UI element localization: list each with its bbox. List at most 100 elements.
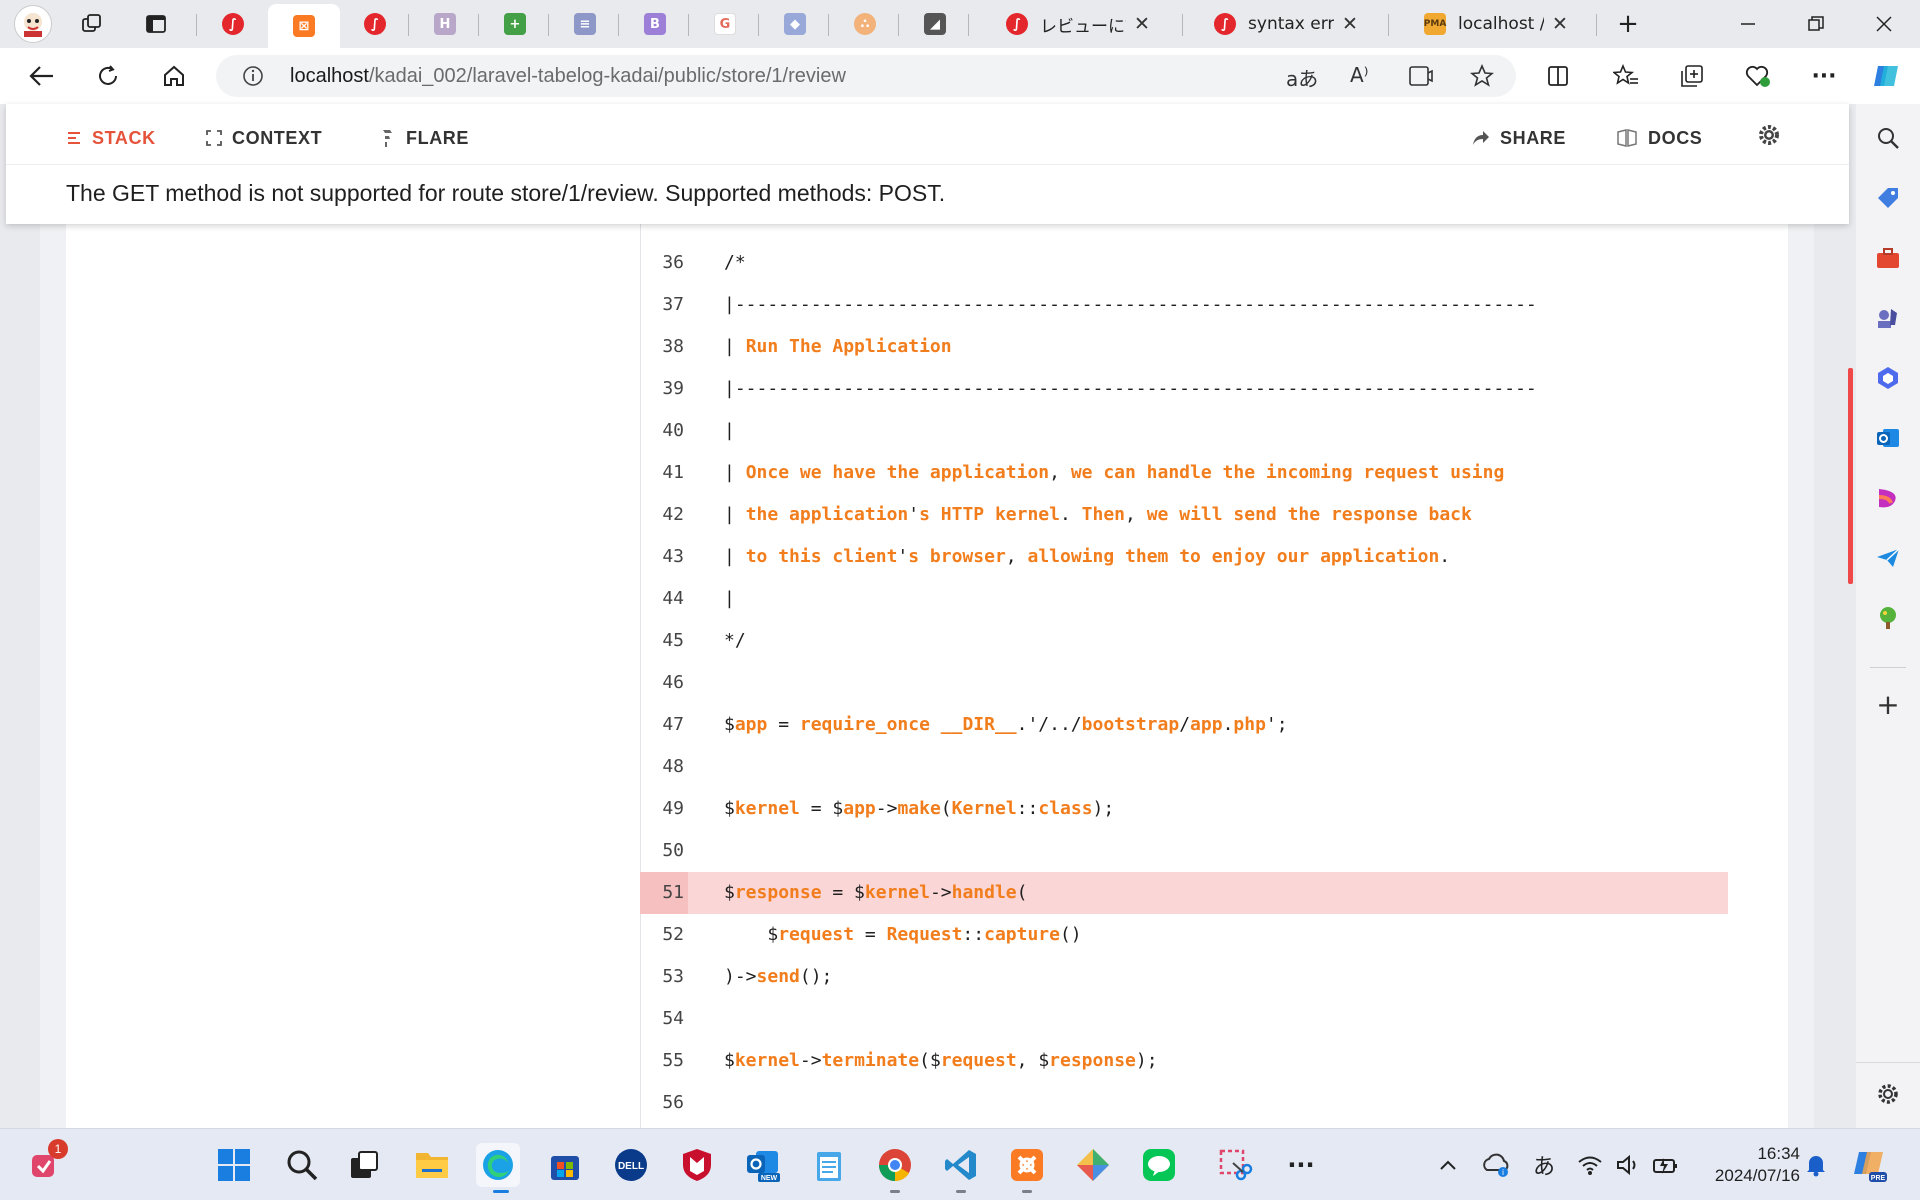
search-button[interactable]: [280, 1143, 324, 1187]
site-info-icon[interactable]: [242, 65, 264, 87]
line-number[interactable]: 48: [640, 746, 688, 788]
line-number[interactable]: 38: [640, 326, 688, 368]
tab-xampp-active[interactable]: ⊠: [268, 4, 340, 48]
copilot-button[interactable]: [1868, 58, 1904, 94]
tab-photo[interactable]: ◢: [910, 6, 960, 42]
nav-context[interactable]: CONTEXT: [206, 124, 322, 152]
line-number[interactable]: 53: [640, 956, 688, 998]
line-number[interactable]: 45: [640, 620, 688, 662]
sidebar-designer[interactable]: [1872, 482, 1904, 514]
copilot-taskbar-button[interactable]: PRE: [1848, 1143, 1892, 1187]
line-number[interactable]: 50: [640, 830, 688, 872]
close-tab-icon[interactable]: ✕: [1134, 13, 1150, 35]
translate-icon[interactable]: aあ: [1286, 63, 1318, 92]
line-number[interactable]: 56: [640, 1082, 688, 1124]
line-number[interactable]: 36: [640, 242, 688, 284]
nav-stack[interactable]: STACK: [66, 124, 156, 152]
sidebar-add-button[interactable]: +: [1872, 688, 1904, 721]
tab-syntax-error[interactable]: ∫ syntax error, u ✕: [1192, 6, 1380, 42]
line-number[interactable]: 43: [640, 536, 688, 578]
file-explorer-button[interactable]: [410, 1143, 454, 1187]
page-scroll-indicator[interactable]: [1848, 368, 1853, 584]
vscode-button[interactable]: [939, 1143, 983, 1187]
line-number[interactable]: 37: [640, 284, 688, 326]
start-button[interactable]: [212, 1143, 256, 1187]
tab-review[interactable]: ∫ レビューに評価機 ✕: [980, 6, 1176, 42]
line-number[interactable]: 47: [640, 704, 688, 746]
read-aloud-icon[interactable]: A⁾: [1350, 63, 1369, 87]
tab-laravel-1[interactable]: ∫: [208, 6, 258, 42]
sidebar-games[interactable]: [1872, 302, 1904, 334]
tab-actions-button[interactable]: [138, 6, 174, 42]
line-number[interactable]: 52: [640, 914, 688, 956]
tab-phpmyadmin[interactable]: PMA localhost / 12 ✕: [1398, 6, 1594, 42]
settings-more-button[interactable]: ···: [1806, 58, 1842, 94]
microsoft-store-button[interactable]: [543, 1143, 587, 1187]
sidebar-microsoft365[interactable]: [1872, 362, 1904, 394]
tab-h[interactable]: H: [420, 6, 470, 42]
sidebar-settings[interactable]: [1872, 1078, 1904, 1110]
split-screen-button[interactable]: [1540, 58, 1576, 94]
onedrive-status[interactable]: i: [1476, 1143, 1516, 1187]
sidebar-search[interactable]: [1872, 122, 1904, 154]
taskbar-overflow-button[interactable]: ···: [1279, 1143, 1323, 1187]
line-number[interactable]: 41: [640, 452, 688, 494]
sidebar-tree[interactable]: [1872, 602, 1904, 634]
nav-flare[interactable]: FLARE: [380, 124, 469, 152]
line-number[interactable]: 39: [640, 368, 688, 410]
immersive-reader-icon[interactable]: [1408, 64, 1434, 88]
wifi-status[interactable]: [1572, 1143, 1608, 1187]
close-tab-icon[interactable]: ✕: [1342, 13, 1358, 35]
line-number[interactable]: 44: [640, 578, 688, 620]
line-number[interactable]: 49: [640, 788, 688, 830]
favorites-button[interactable]: [1608, 58, 1644, 94]
notifications-button[interactable]: [1798, 1143, 1834, 1187]
tab-bootstrap[interactable]: B: [630, 6, 680, 42]
battery-status[interactable]: [1648, 1143, 1684, 1187]
close-window-button[interactable]: [1864, 8, 1904, 40]
browser-essentials-button[interactable]: [1740, 58, 1776, 94]
sidebar-outlook[interactable]: [1872, 422, 1904, 454]
tab-plus[interactable]: +: [490, 6, 540, 42]
tab-puzzle[interactable]: ◆: [770, 6, 820, 42]
collections-button[interactable]: [1674, 58, 1710, 94]
tab-laravel-2[interactable]: ∫: [350, 6, 400, 42]
line-button[interactable]: [1137, 1143, 1181, 1187]
line-number[interactable]: 54: [640, 998, 688, 1040]
home-button[interactable]: [156, 58, 192, 94]
restore-button[interactable]: [1796, 8, 1836, 40]
tab-orange[interactable]: ∴: [840, 6, 890, 42]
notepad-button[interactable]: [807, 1143, 851, 1187]
address-bar[interactable]: localhost/kadai_002/laravel-tabelog-kada…: [216, 55, 1516, 97]
line-number[interactable]: 46: [640, 662, 688, 704]
line-number[interactable]: 51: [640, 872, 688, 914]
workspaces-button[interactable]: [74, 6, 110, 42]
system-clock[interactable]: 16:34 2024/07/16: [1700, 1143, 1800, 1187]
snipping-tool-button[interactable]: [1213, 1143, 1257, 1187]
outlook-new-button[interactable]: NEW: [741, 1143, 785, 1187]
ime-indicator[interactable]: あ: [1526, 1143, 1562, 1187]
edge-taskbar-button[interactable]: [476, 1143, 520, 1187]
task-view-button[interactable]: [342, 1143, 386, 1187]
ignition-settings-button[interactable]: [1758, 124, 1780, 150]
new-tab-button[interactable]: +: [1608, 8, 1648, 40]
line-number[interactable]: 40: [640, 410, 688, 452]
close-tab-icon[interactable]: ✕: [1552, 13, 1568, 35]
line-number[interactable]: 55: [640, 1040, 688, 1082]
favorite-star-icon[interactable]: [1470, 64, 1494, 88]
reload-button[interactable]: [90, 58, 126, 94]
tab-google[interactable]: G: [700, 6, 750, 42]
xampp-button[interactable]: [1005, 1143, 1049, 1187]
chrome-button[interactable]: [873, 1143, 917, 1187]
show-hidden-icons-button[interactable]: [1430, 1143, 1466, 1187]
volume-status[interactable]: [1610, 1143, 1646, 1187]
nav-docs[interactable]: DOCS: [1616, 124, 1702, 152]
back-button[interactable]: [24, 58, 60, 94]
profile-avatar[interactable]: [14, 5, 52, 43]
widgets-button[interactable]: 1: [24, 1139, 68, 1187]
sidebar-tools[interactable]: [1872, 242, 1904, 274]
sourcetree-button[interactable]: [1071, 1143, 1115, 1187]
minimize-button[interactable]: [1728, 8, 1768, 40]
mcafee-button[interactable]: [675, 1143, 719, 1187]
tab-docs[interactable]: ≡: [560, 6, 610, 42]
